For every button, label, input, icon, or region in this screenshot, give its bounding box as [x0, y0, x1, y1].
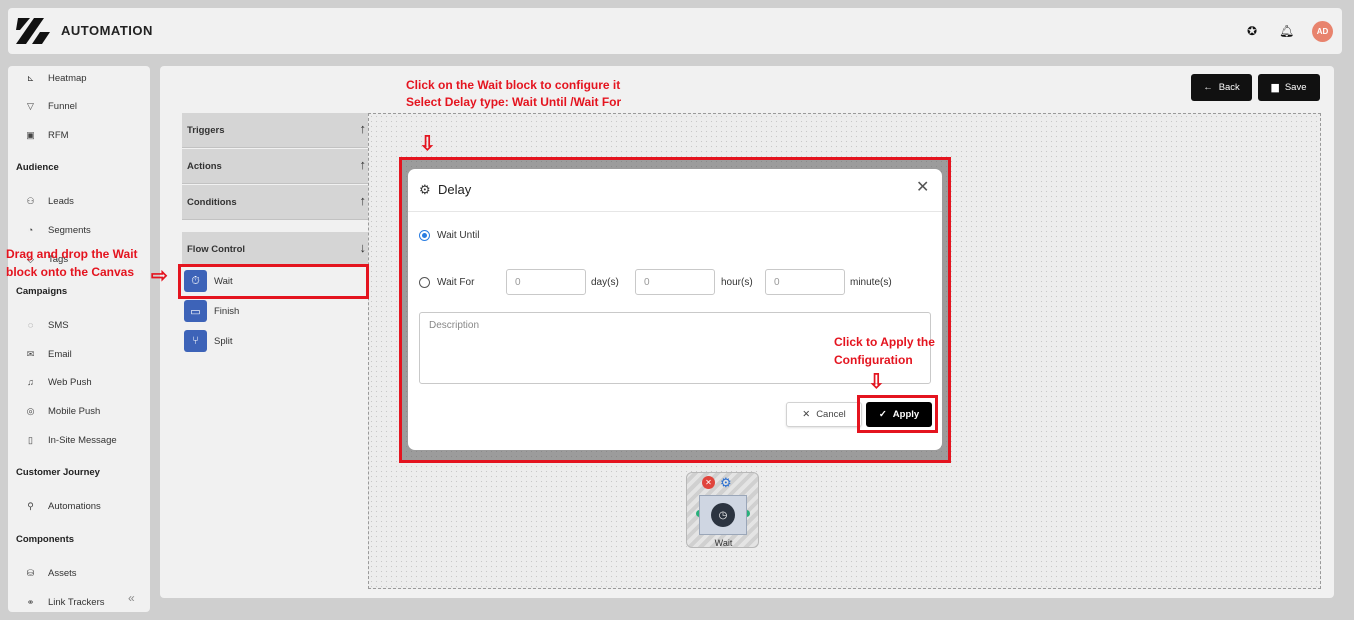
- mobile-icon: ◎: [26, 405, 35, 416]
- sidebar-item-funnel[interactable]: ▽ Funnel: [24, 100, 77, 112]
- sidebar-heading-audience: Audience: [16, 162, 59, 173]
- palette-group-label: Actions: [187, 161, 222, 172]
- sidebar-item-segments[interactable]: ◔ Segments: [24, 224, 91, 236]
- sidebar-item-label: Heatmap: [48, 72, 87, 84]
- annotation-top-line1: Click on the Wait block to configure it: [406, 78, 621, 92]
- leads-icon: ⚇: [26, 195, 35, 206]
- sidebar-item-sms[interactable]: ◌ SMS: [24, 319, 69, 331]
- node-label: Wait: [714, 538, 733, 548]
- logo-icon[interactable]: [16, 16, 50, 46]
- avatar[interactable]: AD: [1312, 21, 1333, 42]
- arrow-down-icon: ↓: [359, 240, 367, 255]
- delete-icon[interactable]: ✕: [702, 476, 715, 489]
- sidebar-item-label: Segments: [48, 224, 91, 236]
- arrow-up-icon: ↑: [359, 121, 367, 136]
- bell-icon: ♫: [27, 377, 34, 387]
- sms-icon: ◌: [27, 320, 34, 330]
- sidebar-item-label: Link Trackers: [48, 596, 105, 608]
- back-button-label: Back: [1218, 82, 1240, 93]
- sidebar-item-label: In-Site Message: [48, 434, 117, 446]
- sidebar-item-web-push[interactable]: ♫ Web Push: [24, 376, 92, 388]
- palette-group-triggers[interactable]: Triggers ↑: [182, 113, 368, 148]
- sidebar-item-in-site-message[interactable]: ▯ In-Site Message: [24, 434, 117, 446]
- sidebar-item-label: Mobile Push: [48, 405, 101, 417]
- support-icon[interactable]: ✪: [1247, 24, 1257, 38]
- message-icon: ▯: [28, 434, 33, 445]
- arrow-up-icon: ↑: [359, 157, 367, 172]
- sidebar-item-assets[interactable]: ⛁ Assets: [24, 567, 77, 579]
- sidebar-item-label: SMS: [48, 319, 69, 331]
- canvas-node-wait[interactable]: ✕ ⚙ ◷ Wait: [686, 472, 759, 548]
- palette-group-conditions[interactable]: Conditions ↑: [182, 185, 368, 220]
- arrow-up-icon: ↑: [359, 193, 367, 208]
- save-button-label: Save: [1284, 82, 1307, 93]
- sidebar: ⊾ Heatmap ▽ Funnel ▣ RFM Audience ⚇ Leads ◔ S…: [8, 66, 150, 612]
- palette-group-actions[interactable]: Actions ↑: [182, 149, 368, 184]
- heatmap-icon: ⊾: [26, 72, 35, 83]
- arrow-left-icon: ←: [1203, 82, 1213, 93]
- annotation-top-line2: Select Delay type: Wait Until /Wait For: [406, 95, 622, 109]
- sidebar-item-email[interactable]: ✉ Email: [24, 348, 72, 360]
- sidebar-heading-customer-journey: Customer Journey: [16, 467, 100, 478]
- back-button[interactable]: ← Back: [1191, 74, 1252, 101]
- block-split[interactable]: ⑂ Split: [184, 330, 232, 352]
- palette-group-flow-control[interactable]: Flow Control ↓: [182, 232, 368, 267]
- annotation-apply-line2: Configuration: [834, 353, 913, 367]
- file-save-icon: ▆: [1271, 82, 1279, 93]
- sidebar-item-label: Assets: [48, 567, 77, 579]
- sidebar-item-link-trackers[interactable]: ⚭ Link Trackers: [24, 596, 105, 608]
- block-finish[interactable]: ▭ Finish: [184, 300, 239, 322]
- split-icon: ⑂: [184, 330, 207, 352]
- link-icon: ⚭: [26, 596, 35, 607]
- sidebar-item-label: Leads: [48, 195, 74, 207]
- annotation-apply-line1: Click to Apply the: [834, 335, 935, 349]
- email-icon: ✉: [26, 348, 35, 359]
- annotation-drag-line1: Drag and drop the Wait: [6, 247, 138, 261]
- palette-group-label: Flow Control: [187, 244, 246, 255]
- rfm-icon: ▣: [26, 129, 35, 140]
- gear-icon[interactable]: ⚙: [720, 475, 732, 491]
- palette-group-label: Conditions: [187, 197, 237, 208]
- collapse-sidebar-icon[interactable]: «: [128, 591, 135, 605]
- automation-icon: ⚲: [27, 500, 34, 511]
- arrow-down-icon: ⇩: [868, 371, 885, 393]
- sidebar-heading-components: Components: [16, 534, 75, 545]
- funnel-icon: ▽: [27, 100, 34, 111]
- sidebar-item-label: Funnel: [48, 100, 78, 112]
- sidebar-item-rfm[interactable]: ▣ RFM: [24, 129, 69, 141]
- block-label: Split: [214, 335, 233, 347]
- finish-icon: ▭: [184, 300, 207, 322]
- sidebar-item-label: Email: [48, 348, 72, 360]
- stopwatch-icon: ◷: [711, 503, 735, 527]
- annotation-drag-line2: block onto the Canvas: [6, 265, 135, 279]
- app-title: AUTOMATION: [61, 23, 153, 38]
- wait-block-highlight-box: [178, 264, 369, 299]
- save-button[interactable]: ▆ Save: [1258, 74, 1320, 101]
- sidebar-item-automations[interactable]: ⚲ Automations: [24, 500, 101, 512]
- palette-group-label: Triggers: [187, 125, 225, 136]
- sidebar-item-heatmap[interactable]: ⊾ Heatmap: [24, 72, 87, 84]
- arrow-down-icon: ⇩: [419, 133, 436, 155]
- sidebar-item-mobile-push[interactable]: ◎ Mobile Push: [24, 405, 101, 417]
- top-bar: AUTOMATION ✪ 🔔︎ AD: [8, 8, 1342, 54]
- sidebar-item-label: RFM: [48, 129, 69, 141]
- sidebar-heading-campaigns: Campaigns: [16, 286, 68, 297]
- segments-icon: ◔: [27, 225, 34, 235]
- node-body: ◷: [699, 495, 747, 535]
- sidebar-item-label: Web Push: [48, 376, 92, 388]
- database-icon: ⛁: [26, 567, 35, 578]
- bell-icon[interactable]: 🔔︎: [1279, 24, 1294, 38]
- sidebar-item-label: Automations: [48, 500, 101, 512]
- apply-highlight-box: [857, 395, 938, 433]
- sidebar-item-leads[interactable]: ⚇ Leads: [24, 195, 74, 207]
- block-label: Finish: [214, 305, 240, 317]
- arrow-right-icon: ⇨: [151, 265, 168, 287]
